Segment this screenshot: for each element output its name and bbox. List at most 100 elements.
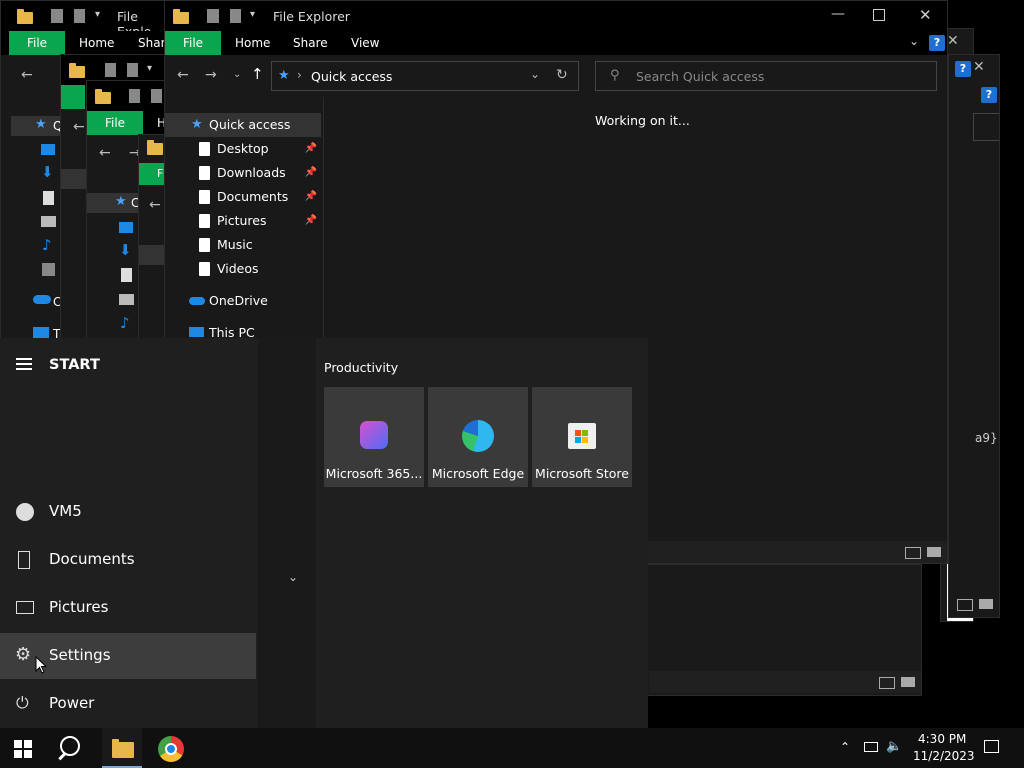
videos-icon bbox=[199, 262, 210, 276]
minimize-button[interactable]: — bbox=[831, 6, 845, 22]
back-arrow-icon[interactable]: ← bbox=[177, 67, 189, 83]
back-arrow-icon[interactable]: ← bbox=[149, 197, 161, 213]
ribbon-tab-home[interactable]: Home bbox=[235, 31, 270, 55]
pin-icon: 📌 bbox=[304, 143, 317, 154]
up-arrow-icon[interactable]: ↑ bbox=[251, 66, 264, 82]
mouse-cursor-icon bbox=[35, 656, 47, 674]
onedrive-cloud-icon bbox=[33, 295, 51, 304]
nav-item-desktop[interactable]: Desktop 📌 bbox=[165, 137, 321, 161]
maximize-button[interactable] bbox=[873, 9, 885, 21]
start-user-account[interactable]: VM5 bbox=[0, 489, 256, 535]
start-item-power[interactable]: ⏻ Power bbox=[0, 681, 256, 727]
ribbon-tab-file[interactable]: File bbox=[9, 31, 65, 55]
notifications-icon[interactable] bbox=[984, 740, 999, 753]
forward-arrow-icon[interactable]: → bbox=[205, 67, 217, 83]
details-view-icon[interactable] bbox=[905, 547, 921, 559]
back-arrow-icon[interactable]: ← bbox=[73, 119, 85, 135]
tile-microsoft-edge[interactable]: Microsoft Edge bbox=[428, 387, 528, 487]
tile-microsoft-store[interactable]: Microsoft Store bbox=[532, 387, 632, 487]
recent-locations-chevron-icon[interactable]: ⌄ bbox=[233, 67, 241, 83]
chevron-down-icon[interactable]: ⌄ bbox=[288, 570, 298, 584]
nav-label: Documents bbox=[217, 189, 289, 204]
downloads-icon bbox=[199, 166, 210, 180]
nav-item-downloads[interactable]: Downloads 📌 bbox=[165, 161, 321, 185]
close-icon[interactable]: ✕ bbox=[973, 59, 985, 75]
pictures-icon bbox=[199, 214, 210, 228]
details-view-icon[interactable] bbox=[957, 599, 973, 611]
ribbon-tab-share[interactable]: Share bbox=[293, 31, 328, 55]
back-arrow-icon[interactable]: ← bbox=[21, 67, 33, 83]
navigation-bar: ← → ⌄ ↑ ★ › Quick access ⌄ ↻ ⚲ Search Qu… bbox=[165, 55, 947, 97]
ribbon-tab-file[interactable] bbox=[61, 85, 85, 109]
nav-item-documents[interactable]: Documents 📌 bbox=[165, 185, 321, 209]
tile-label: Microsoft 365... bbox=[325, 466, 423, 481]
videos-icon bbox=[42, 263, 55, 276]
tile-label: Microsoft Store bbox=[535, 466, 629, 481]
back-arrow-icon[interactable]: ← bbox=[99, 145, 111, 161]
tiles-view-icon[interactable] bbox=[927, 547, 941, 557]
properties-icon[interactable] bbox=[207, 9, 219, 23]
start-item-pictures[interactable]: Pictures bbox=[0, 585, 256, 631]
desktop-icon bbox=[199, 142, 210, 156]
help-icon[interactable]: ? bbox=[955, 61, 971, 77]
title-bar[interactable]: ▾ File Explorer — ✕ bbox=[165, 1, 947, 31]
start-item-documents[interactable]: Documents bbox=[0, 537, 256, 583]
ribbon-tab-file[interactable]: File bbox=[165, 31, 221, 55]
quick-access-toolbar-dropdown-icon[interactable]: ▾ bbox=[250, 9, 255, 20]
nav-item-videos[interactable]: Videos bbox=[165, 257, 321, 281]
help-icon[interactable]: ? bbox=[981, 87, 997, 103]
network-icon[interactable] bbox=[864, 742, 878, 752]
explorer-window-background-right-2[interactable]: ? ✕ ? a9} bbox=[948, 54, 1000, 618]
ribbon-tab-file[interactable]: File bbox=[87, 111, 143, 135]
hamburger-menu-icon[interactable] bbox=[16, 358, 32, 370]
pictures-icon bbox=[16, 601, 34, 614]
start-item-label: Settings bbox=[49, 646, 111, 664]
window-title: File Explorer bbox=[273, 9, 350, 24]
start-item-label: Power bbox=[49, 694, 95, 712]
ribbon-tab-view[interactable]: View bbox=[351, 31, 379, 55]
dropdown-icon: ▾ bbox=[95, 9, 101, 20]
close-button[interactable]: ✕ bbox=[919, 6, 932, 24]
search-box[interactable]: ⚲ Search Quick access bbox=[595, 61, 937, 91]
desktop-icon bbox=[119, 222, 133, 233]
windows-start-button[interactable] bbox=[14, 740, 32, 758]
nav-onedrive[interactable]: OneDrive bbox=[165, 289, 321, 313]
search-box-partial[interactable] bbox=[973, 113, 999, 141]
status-bar bbox=[649, 671, 921, 693]
nav-item-music[interactable]: Music bbox=[165, 233, 321, 257]
computer-icon bbox=[33, 327, 49, 338]
explorer-window-background-5[interactable] bbox=[640, 564, 922, 696]
nav-item-pictures[interactable]: Pictures 📌 bbox=[165, 209, 321, 233]
new-folder-icon[interactable] bbox=[230, 9, 241, 23]
windows-logo-icon bbox=[14, 740, 32, 758]
tiles-view-icon[interactable] bbox=[901, 677, 915, 687]
taskbar-chrome-button[interactable] bbox=[158, 736, 184, 762]
star-icon: ★ bbox=[278, 68, 290, 83]
edge-icon bbox=[462, 420, 494, 452]
power-icon: ⏻ bbox=[16, 693, 29, 712]
ribbon-tab-home[interactable]: Home bbox=[79, 31, 114, 55]
refresh-icon[interactable]: ↻ bbox=[556, 67, 568, 83]
start-header: START bbox=[49, 357, 100, 373]
properties-icon bbox=[129, 89, 140, 103]
close-icon[interactable]: ✕ bbox=[947, 33, 959, 49]
help-icon[interactable]: ? bbox=[929, 35, 945, 51]
tiles-view-icon[interactable] bbox=[979, 599, 993, 609]
ribbon-expand-chevron-icon[interactable]: ⌄ bbox=[909, 34, 919, 48]
taskbar-file-explorer-button[interactable] bbox=[102, 728, 142, 768]
documents-icon bbox=[199, 190, 210, 204]
volume-muted-icon[interactable]: 🔈 bbox=[886, 739, 902, 754]
show-hidden-icons-chevron-icon[interactable]: ⌃ bbox=[840, 740, 850, 754]
pin-icon: 📌 bbox=[304, 167, 317, 178]
clock-time[interactable]: 4:30 PM bbox=[918, 732, 966, 746]
address-dropdown-chevron-icon[interactable]: ⌄ bbox=[530, 67, 540, 81]
address-bar[interactable]: ★ › Quick access ⌄ ↻ bbox=[271, 61, 579, 91]
chrome-icon bbox=[165, 743, 177, 755]
details-view-icon[interactable] bbox=[879, 677, 895, 689]
tile-microsoft-365[interactable]: Microsoft 365... bbox=[324, 387, 424, 487]
clock-date[interactable]: 11/2/2023 bbox=[913, 749, 975, 763]
nav-quick-access[interactable]: ★ Quick access bbox=[165, 113, 321, 137]
folder-icon bbox=[112, 739, 134, 758]
pin-icon: 📌 bbox=[304, 191, 317, 202]
document-icon bbox=[121, 268, 132, 282]
